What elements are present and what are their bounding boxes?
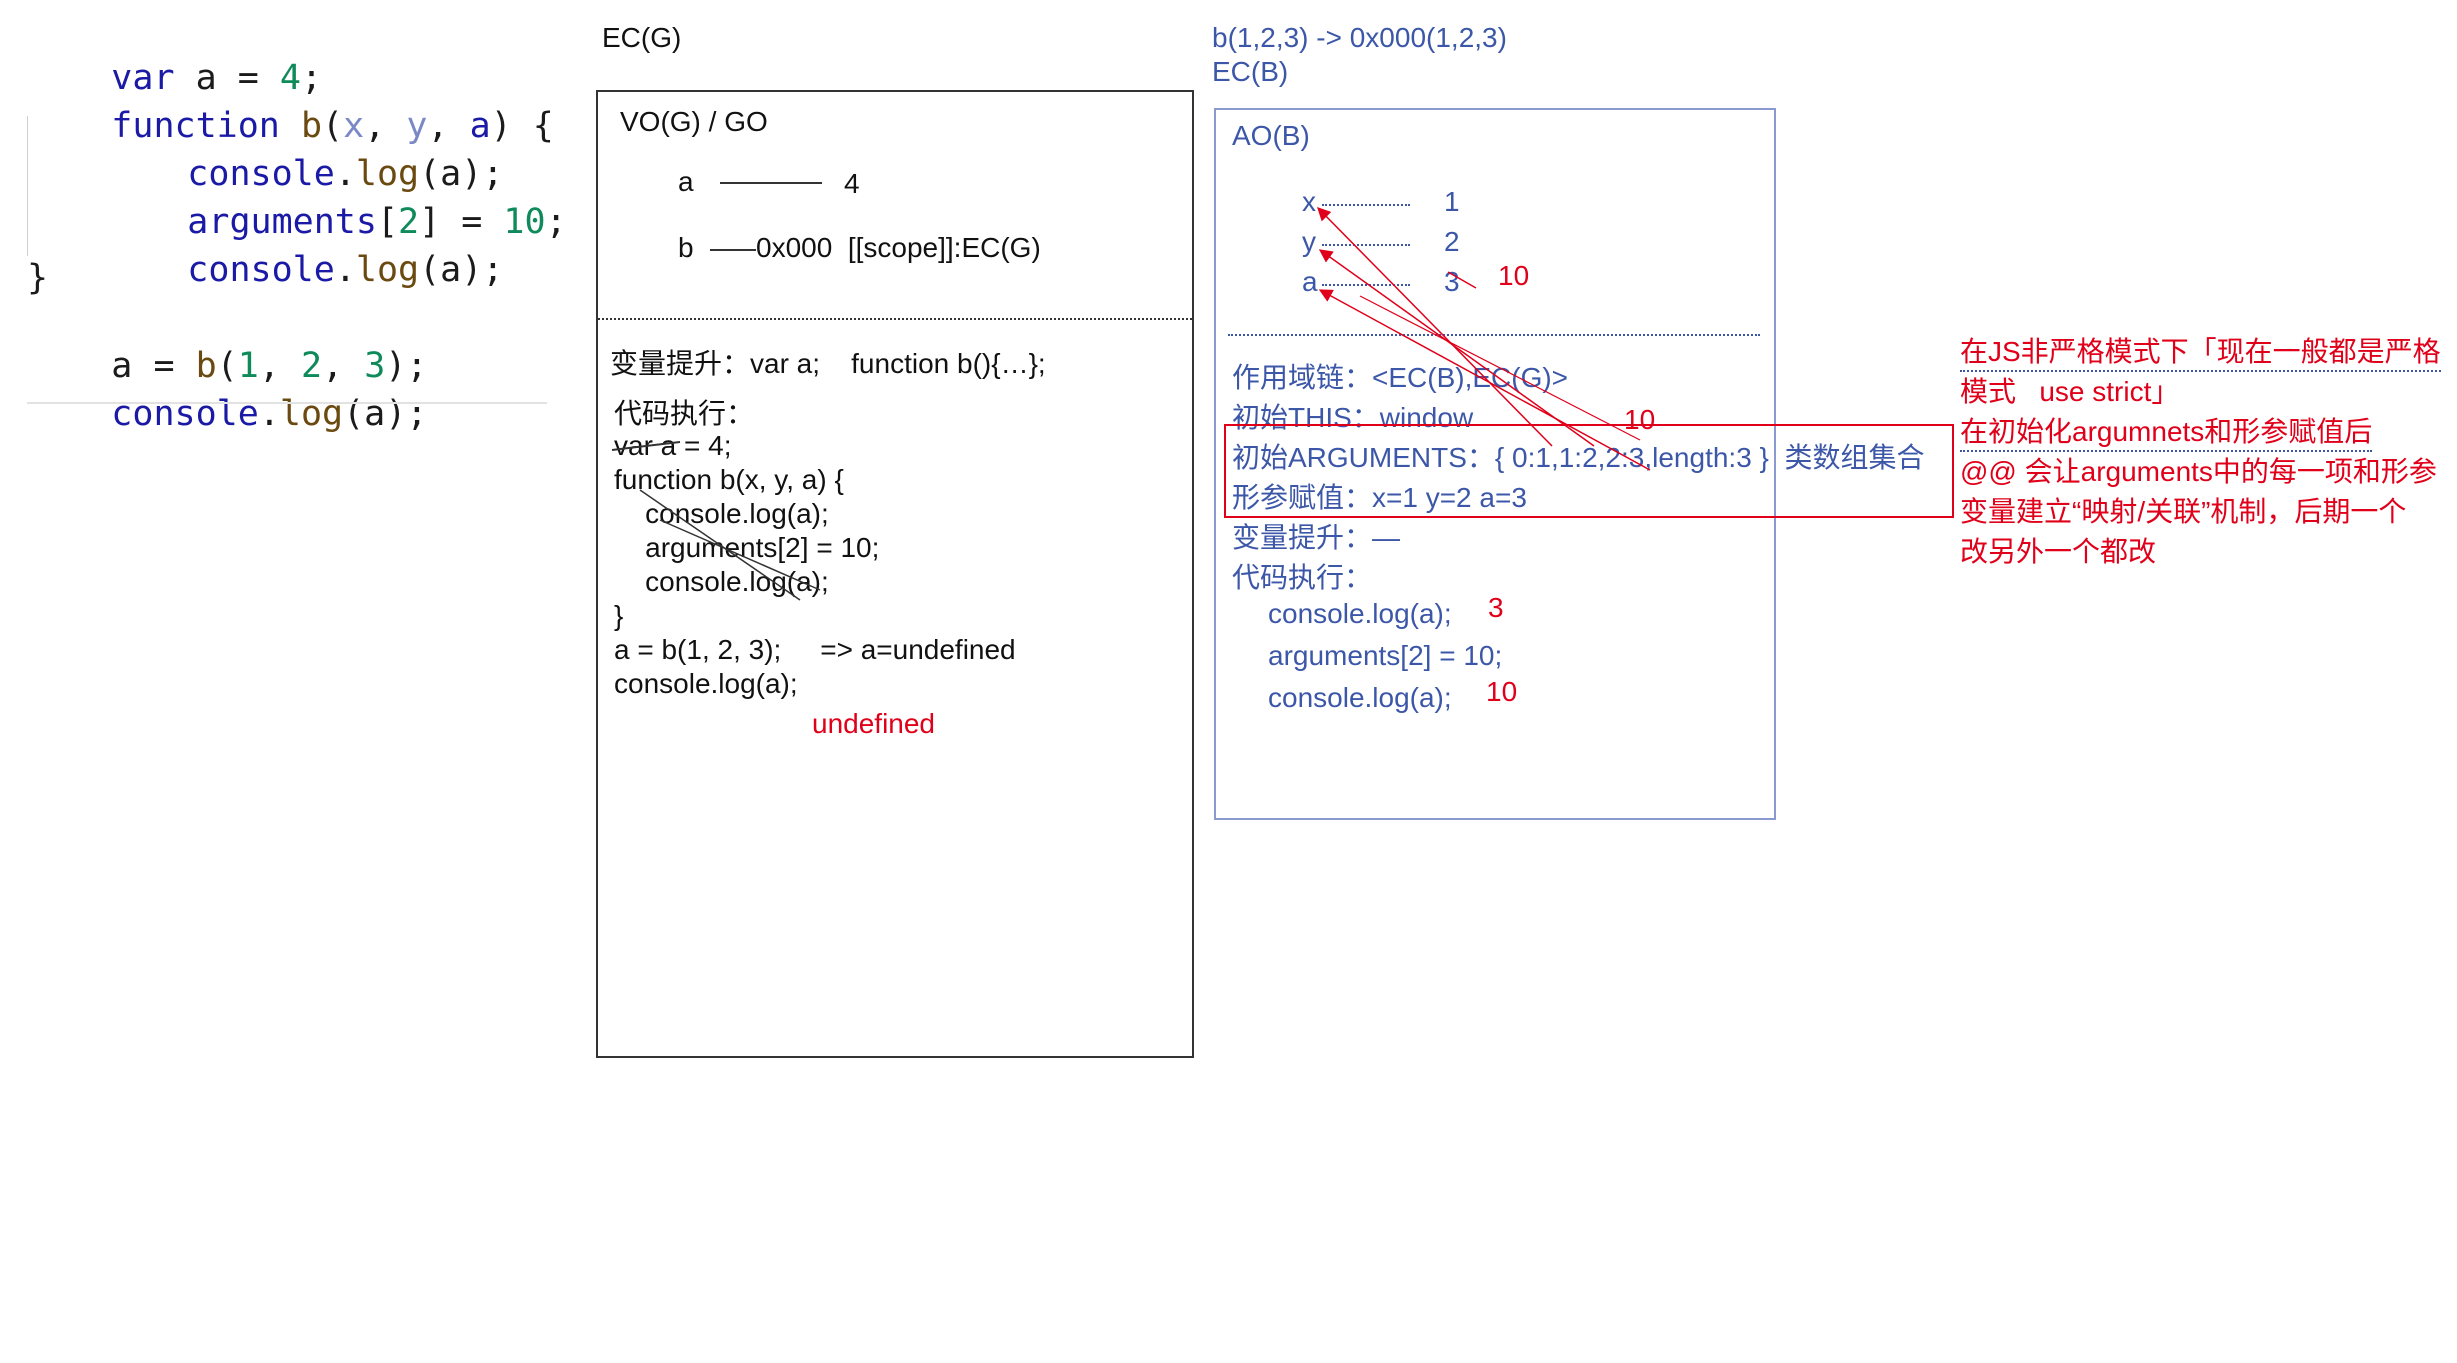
mapping-arrow-x — [1317, 207, 1553, 447]
strike-var-a — [611, 441, 681, 451]
mapping-arrow-a — [1318, 289, 1651, 471]
trace-line-call — [639, 489, 801, 601]
annotation-overlay — [611, 207, 1651, 601]
trace-line-return — [659, 519, 821, 591]
a-change-stroke — [1447, 271, 1477, 289]
mapping-arrow-a-extra — [1359, 295, 1641, 441]
